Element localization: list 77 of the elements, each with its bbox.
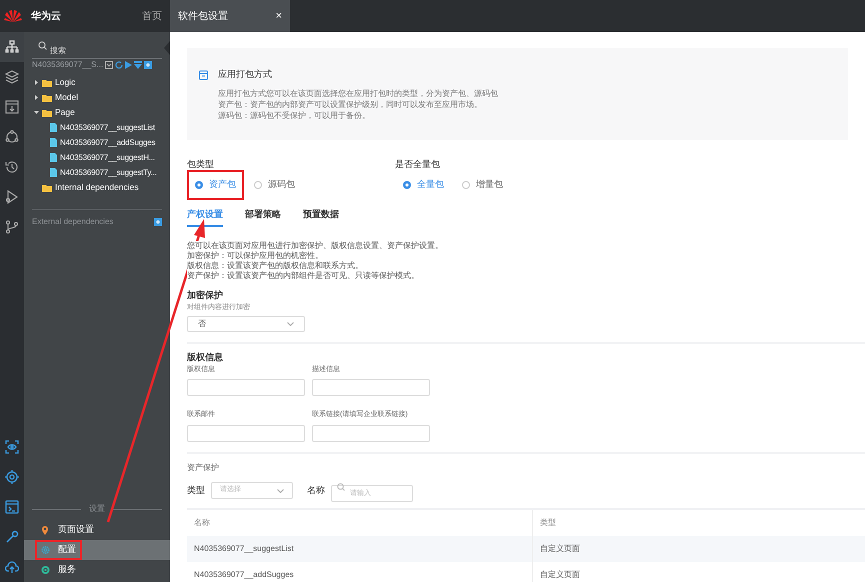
close-icon[interactable]: × [276,8,282,24]
field-label: 类型 [187,484,205,497]
target-icon [5,470,19,484]
activity-button[interactable] [0,32,24,62]
tab[interactable]: 预置数据 [303,208,339,227]
terminal-icon [5,500,19,514]
nodes-icon [5,130,19,144]
tree-item[interactable]: N4035369077__suggestH... [24,150,170,165]
dropdown-icon[interactable] [105,61,114,69]
input-field[interactable] [312,424,430,442]
section-title: 资产保护 [187,462,220,474]
editor-tab[interactable]: 软件包设置 × [170,0,290,32]
section-title: 版权信息 [187,351,224,364]
service-icon [41,565,50,575]
chevron-down-icon [287,322,294,326]
folder-icon [42,184,52,192]
column-header: 名称 [193,516,211,528]
caret-right-icon[interactable] [34,95,39,100]
tree-item[interactable]: Logic [24,75,170,90]
cloud-upload-icon [5,560,19,574]
caret-down-icon[interactable] [34,110,39,115]
settings-item[interactable]: 页面设置 [24,520,170,540]
project-name[interactable]: N4035369077__S... [32,59,104,71]
table-cell: 自定义页面 [532,562,865,582]
radio-icon [254,180,262,189]
input-field[interactable] [187,379,305,396]
section-title: External dependencies [32,216,114,228]
gear-icon [41,545,50,555]
settings-item[interactable]: 配置 [24,540,170,560]
info-text: 源码包：源码包不受保护，可以用于备份。 [218,110,371,120]
tree-item[interactable]: N4035369077__suggestList [24,120,170,135]
tree-item[interactable]: Internal dependencies [24,180,170,195]
radio-checked-icon [195,180,203,189]
branch-icon [5,220,19,234]
input-field[interactable] [187,424,305,442]
tree-item[interactable]: Model [24,90,170,105]
field-label: 包类型 [187,158,215,170]
pin-icon [41,525,50,535]
add-icon[interactable] [144,61,152,69]
play-icon [5,190,19,204]
layers-icon [5,70,19,84]
calendar-icon [199,70,208,80]
settings-item[interactable]: 服务 [24,560,170,580]
tree-item[interactable]: Page [24,105,170,120]
select-field[interactable]: 否 [187,316,305,332]
radio-icon [462,180,470,189]
hierarchy-icon [5,40,19,54]
flower-logo-icon [4,9,22,23]
table-cell-text: N4035369077__suggestList [193,542,295,555]
field-label: 名称 [307,484,325,497]
search-field[interactable]: 搜索 [32,43,162,59]
info-title: 应用打包方式 [218,68,272,81]
radio-option[interactable]: 源码包 [246,170,303,200]
caret-right-icon[interactable] [34,80,39,85]
eye-scan-icon [5,440,19,454]
tab[interactable]: 部署策略 [245,208,281,227]
history-icon [5,160,19,174]
box-download-icon [5,100,19,114]
table-cell-text: N4035369077__addSugges [193,568,295,581]
radio-checked-icon [403,180,411,189]
tree-item[interactable]: N4035369077__addSugges [24,135,170,150]
refresh-icon[interactable] [115,61,124,69]
collapse-handle-icon[interactable] [164,41,170,55]
chevron-down-icon [277,488,284,492]
field-label: 是否全量包 [395,158,441,170]
info-text: 资产包：资产包的内部资产可以设置保护级别，同时可以发布至应用市场。 [218,98,483,110]
info-text: 应用打包方式您可以在该页面选择您在应用打包时的类型，分为资产包、源码包 [218,88,499,98]
search-icon [38,41,47,50]
section-title: 设置 [89,503,105,515]
section-title: 加密保护 [187,289,224,302]
brand-name: 华为云 [31,10,61,24]
search-icon [337,483,345,491]
radio-option[interactable]: 增量包 [454,170,511,200]
play-icon[interactable] [125,61,132,69]
input-field[interactable] [312,379,430,396]
home-tab[interactable]: 首页 [142,8,162,24]
tree-item[interactable]: N4035369077__suggestTy... [24,165,170,180]
